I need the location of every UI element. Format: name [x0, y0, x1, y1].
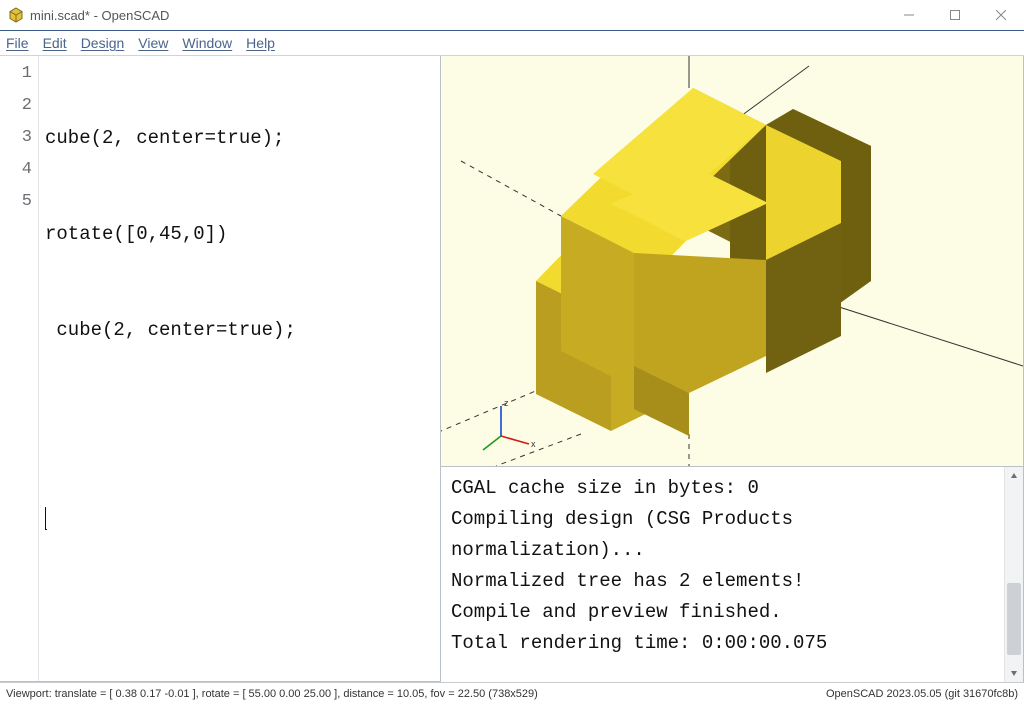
axis-gizmo: z x — [483, 398, 536, 450]
minimize-button[interactable] — [886, 0, 932, 30]
code-line[interactable] — [45, 506, 296, 538]
console-line: Normalized tree has 2 elements! — [451, 566, 994, 597]
code-line[interactable] — [45, 410, 296, 442]
axis-x-label: x — [531, 439, 536, 449]
code-line[interactable]: cube(2, center=true); — [45, 314, 296, 346]
editor-content[interactable]: cube(2, center=true); rotate([0,45,0]) c… — [39, 56, 296, 681]
console-panel: CGAL cache size in bytes: 0 Compiling de… — [441, 467, 1023, 682]
console-output[interactable]: CGAL cache size in bytes: 0 Compiling de… — [441, 467, 1004, 682]
console-line: Compile and preview finished. — [451, 597, 994, 628]
console-scrollbar[interactable] — [1004, 467, 1023, 682]
workspace: 1 2 3 4 5 cube(2, center=true); rotate([… — [0, 55, 1024, 682]
menu-file[interactable]: File — [6, 35, 29, 51]
console-line: CGAL cache size in bytes: 0 — [451, 473, 994, 504]
code-line[interactable]: rotate([0,45,0]) — [45, 218, 296, 250]
menu-help[interactable]: Help — [246, 35, 275, 51]
scroll-up-button[interactable] — [1005, 467, 1023, 485]
line-number: 4 — [0, 154, 32, 186]
text-caret — [45, 507, 47, 530]
scroll-down-button[interactable] — [1005, 664, 1023, 682]
editor-gutter: 1 2 3 4 5 — [0, 56, 39, 681]
line-number: 3 — [0, 122, 32, 154]
right-column: z x CGAL cache size in bytes: 0 Compilin… — [441, 56, 1024, 682]
3d-viewport[interactable]: z x — [441, 56, 1023, 467]
line-number: 2 — [0, 90, 32, 122]
console-line: Total rendering time: 0:00:00.075 — [451, 628, 994, 659]
line-number: 5 — [0, 186, 32, 218]
code-editor[interactable]: 1 2 3 4 5 cube(2, center=true); rotate([… — [0, 56, 441, 682]
menu-bar: File Edit Design View Window Help — [0, 31, 1024, 55]
rendered-model — [536, 88, 871, 436]
status-left: Viewport: translate = [ 0.38 0.17 -0.01 … — [6, 688, 538, 700]
line-number: 1 — [0, 58, 32, 90]
menu-window[interactable]: Window — [182, 35, 232, 51]
console-line: Compiling design (CSG Products normaliza… — [451, 504, 994, 566]
window-title: mini.scad* - OpenSCAD — [30, 8, 169, 23]
code-line[interactable]: cube(2, center=true); — [45, 122, 296, 154]
app-icon — [8, 7, 24, 23]
menu-edit[interactable]: Edit — [43, 35, 67, 51]
window-controls — [886, 0, 1024, 30]
status-right: OpenSCAD 2023.05.05 (git 31670fc8b) — [826, 688, 1018, 700]
menu-view[interactable]: View — [138, 35, 168, 51]
axis-z-label: z — [504, 398, 509, 408]
scrollbar-thumb[interactable] — [1007, 583, 1021, 655]
scrollbar-track[interactable] — [1005, 485, 1023, 664]
title-bar: mini.scad* - OpenSCAD — [0, 0, 1024, 31]
close-button[interactable] — [978, 0, 1024, 30]
menu-design[interactable]: Design — [81, 35, 125, 51]
status-bar: Viewport: translate = [ 0.38 0.17 -0.01 … — [0, 682, 1024, 705]
maximize-button[interactable] — [932, 0, 978, 30]
